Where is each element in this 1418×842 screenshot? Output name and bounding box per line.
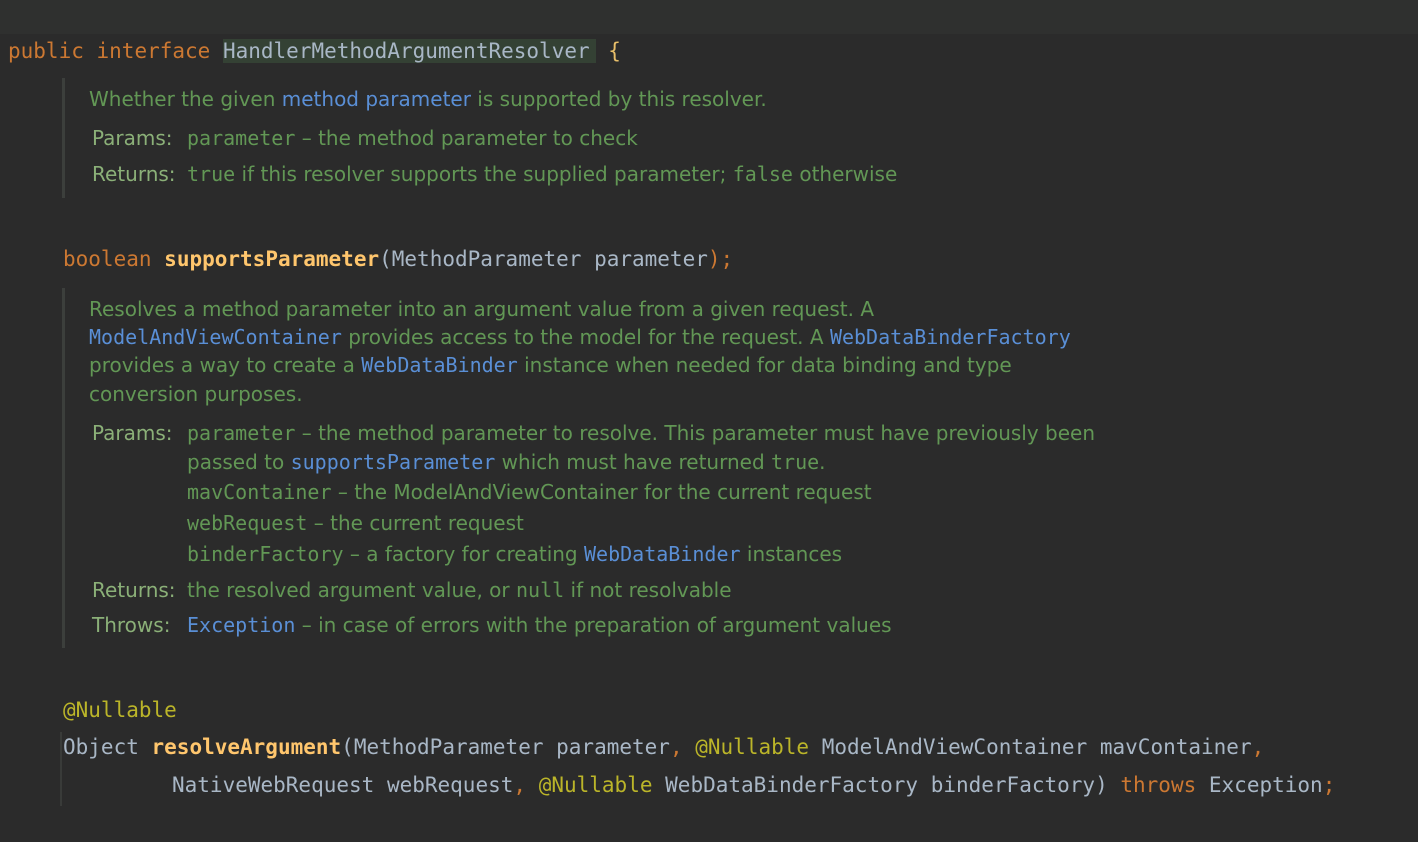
param-desc: – the current request [307,511,524,535]
web-data-binder-factory-link[interactable]: WebDataBinderFactory [830,325,1071,349]
code-null: null [516,578,565,602]
comma: , [669,735,683,759]
comma: , [513,773,527,797]
type-object[interactable]: Object [63,735,139,759]
keyword-throws: throws [1120,773,1197,797]
javadoc-resolve-argument: Resolves a method parameter into an argu… [62,288,1095,648]
code-false: false [732,162,793,186]
param-parameter: parameter – the method parameter to reso… [187,418,1095,448]
param-parameter: parameter – the method parameter to chec… [187,123,638,153]
open-paren: ( [341,735,354,759]
comma: , [1251,735,1265,759]
doc-line-4: conversion purposes. [89,382,303,406]
interface-name[interactable]: HandlerMethodArgumentResolver [222,39,596,63]
param-parameter: parameter [556,735,670,759]
param-name: parameter [187,126,296,150]
params-label: Params: [92,126,173,150]
type-method-parameter[interactable]: MethodParameter [354,735,544,759]
indent-guide [60,732,62,806]
doc-text: instance when needed for data binding an… [517,353,1012,377]
param-web-request: webRequest [386,773,514,797]
open-paren: ( [379,247,392,271]
doc-text: – in case of errors with the preparation… [295,613,892,637]
param-name: webRequest [187,511,308,535]
param-desc: – the method parameter to resolve. This … [295,421,1096,445]
doc-line-1: Resolves a method parameter into an argu… [89,297,875,321]
web-data-binder-link[interactable]: WebDataBinder [584,542,741,566]
doc-text: provides access to the model for the req… [341,325,830,349]
param-desc: – a factory for creating [343,542,584,566]
returns-label: Returns: [92,578,176,602]
supports-parameter-link[interactable]: supportsParameter [291,450,496,474]
keyword-public: public [8,39,84,63]
param-parameter: parameter [594,247,708,271]
param-desc: – the ModelAndViewContainer for the curr… [331,480,872,504]
doc-text: is supported by this resolver. [470,87,767,111]
doc-text: if this resolver supports the supplied p… [235,162,733,186]
interface-declaration[interactable]: public interface HandlerMethodArgumentRe… [0,0,1418,63]
nullable-annotation-line[interactable]: @Nullable [0,659,177,722]
resolve-argument-declaration[interactable]: Object resolveArgument(MethodParameter p… [0,696,1264,759]
doc-text: provides a way to create a [89,353,362,377]
exception-link[interactable]: Exception [187,613,295,637]
doc-line-2: ModelAndViewContainer provides access to… [89,322,1071,352]
param-name: mavContainer [187,480,332,504]
method-name-supports-parameter[interactable]: supportsParameter [164,247,379,271]
param-desc: – the method parameter to check [295,126,638,150]
supports-parameter-declaration[interactable]: boolean supportsParameter(MethodParamete… [0,208,733,271]
param-parameter-continued: passed to supportsParameter which must h… [187,447,826,477]
doc-text: if not resolvable [564,578,732,602]
web-data-binder-link[interactable]: WebDataBinder [361,353,518,377]
param-name: parameter [187,421,296,445]
keyword-boolean: boolean [63,247,152,271]
param-binder-factory: binderFactory [930,773,1096,797]
param-mav-container: mavContainer – the ModelAndViewContainer… [187,477,872,507]
params-label: Params: [92,421,173,445]
type-model-and-view-container[interactable]: ModelAndViewContainer [822,735,1088,759]
type-method-parameter[interactable]: MethodParameter [392,247,582,271]
semicolon: ; [1322,773,1336,797]
type-web-data-binder-factory[interactable]: WebDataBinderFactory [665,773,918,797]
param-web-request: webRequest – the current request [187,508,524,538]
javadoc-supports-parameter: Whether the given method parameter is su… [62,78,897,198]
type-native-web-request[interactable]: NativeWebRequest [172,773,374,797]
doc-text: passed to [187,450,291,474]
throws-text: Exception – in case of errors with the p… [187,610,892,640]
closing-brace-line[interactable]: } [0,808,51,842]
doc-text: which must have returned [495,450,771,474]
keyword-interface: interface [96,39,211,63]
doc-text: the resolved argument value, or [187,578,516,602]
code-true: true [187,162,236,186]
method-name-resolve-argument[interactable]: resolveArgument [152,735,342,759]
type-exception[interactable]: Exception [1209,773,1323,797]
doc-text: Whether the given [89,87,282,111]
returns-text: the resolved argument value, or null if … [187,575,732,605]
doc-text: otherwise [792,162,898,186]
close-paren-semicolon: ); [707,247,734,271]
close-paren: ) [1095,773,1108,797]
returns-label: Returns: [92,162,176,186]
doc-line-3: provides a way to create a WebDataBinder… [89,350,1012,380]
nullable-annotation[interactable]: @Nullable [539,773,653,797]
resolve-argument-declaration-continued[interactable]: NativeWebRequest webRequest, @Nullable W… [0,734,1335,797]
doc-text: instances [740,542,843,566]
method-parameter-link[interactable]: method parameter [282,87,471,111]
model-and-view-container-link[interactable]: ModelAndViewContainer [89,325,342,349]
doc-summary: Whether the given method parameter is su… [89,84,767,114]
param-mav-container: mavContainer [1099,735,1252,759]
param-binder-factory: binderFactory – a factory for creating W… [187,539,842,569]
code-editor[interactable]: public interface HandlerMethodArgumentRe… [0,0,1418,842]
nullable-annotation[interactable]: @Nullable [63,693,177,727]
returns-text: true if this resolver supports the suppl… [187,159,897,189]
param-name: binderFactory [187,542,344,566]
doc-text: . [819,450,826,474]
code-true: true [771,450,820,474]
nullable-annotation[interactable]: @Nullable [695,735,809,759]
throws-label: Throws: [92,613,171,637]
open-brace: { [608,39,621,63]
